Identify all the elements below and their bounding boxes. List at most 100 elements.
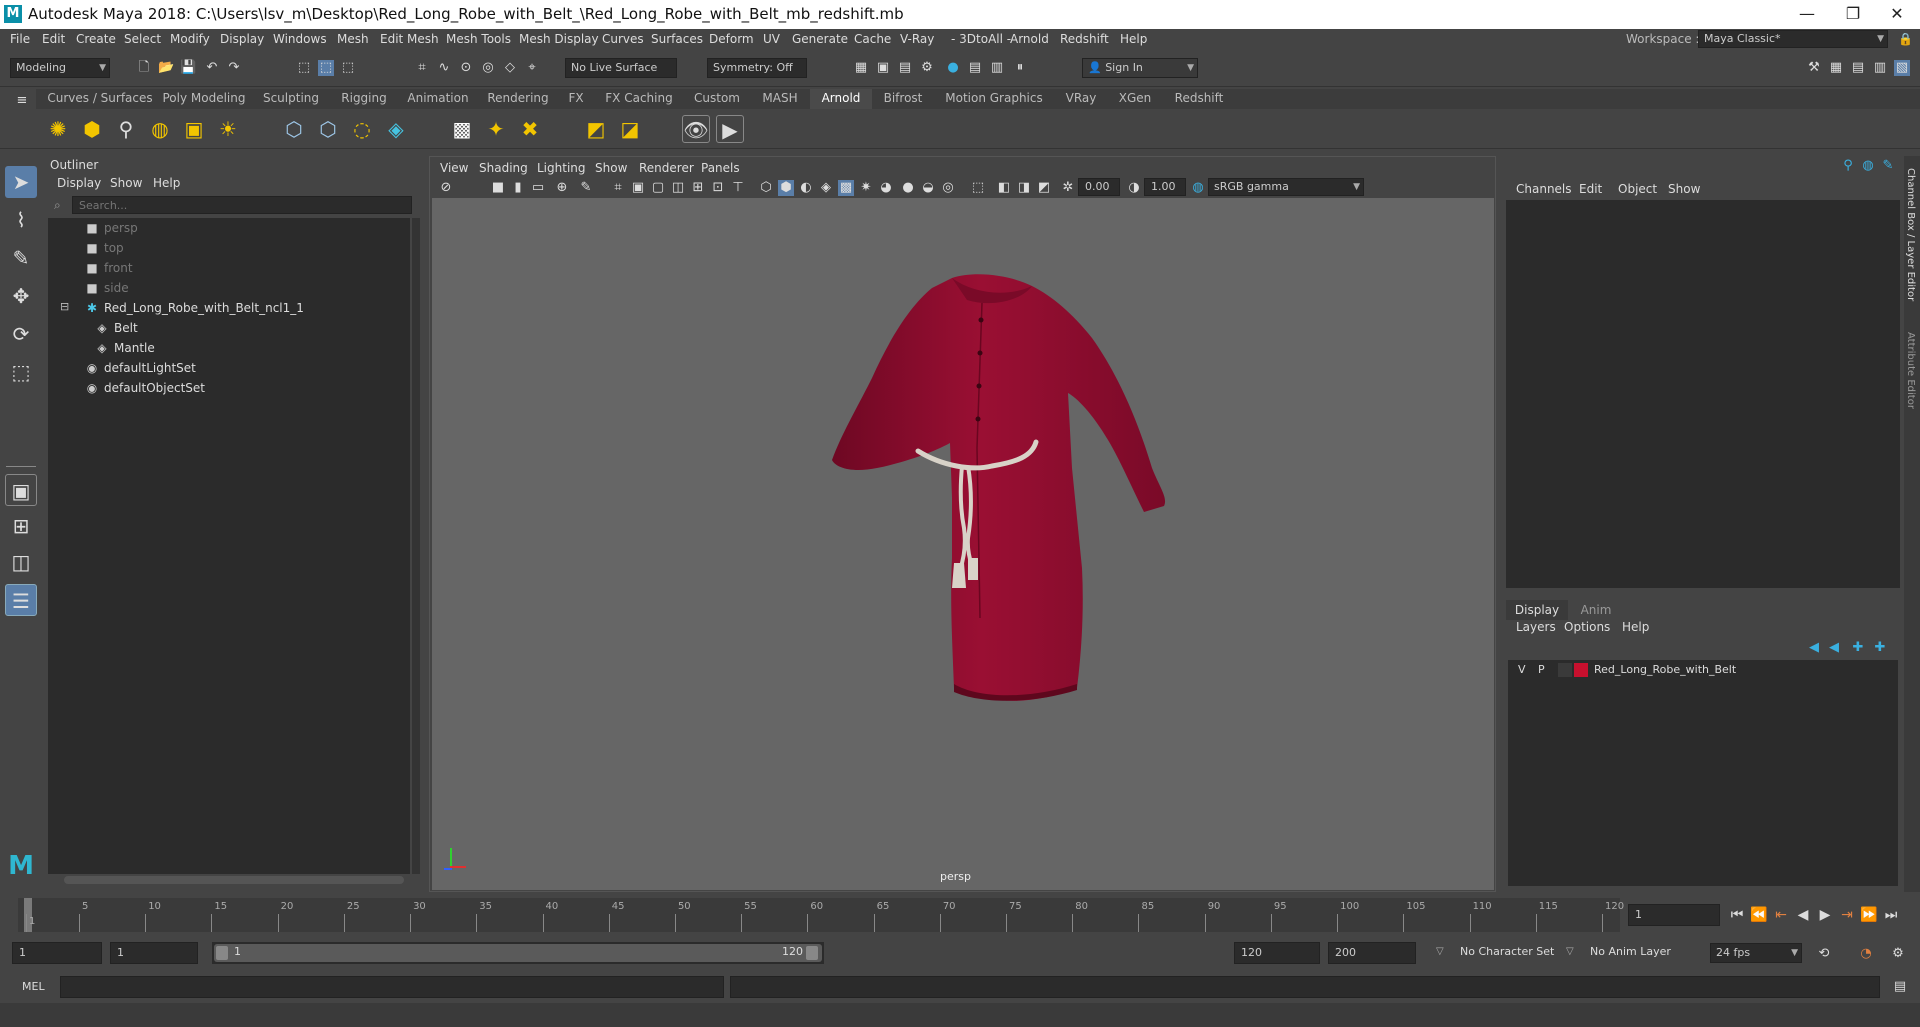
pause-icon[interactable]: ⏸: [1012, 60, 1028, 76]
safe-title-icon[interactable]: ⊤: [730, 180, 746, 196]
move-layer-up-icon[interactable]: ◀: [1806, 640, 1822, 656]
range-end-handle[interactable]: [806, 946, 818, 960]
menu-edit[interactable]: Edit: [42, 32, 65, 46]
gamma-icon[interactable]: ◑: [1126, 180, 1142, 196]
menu-mesh-tools[interactable]: Mesh Tools: [446, 32, 511, 46]
side-tab-channel-box[interactable]: Channel Box / Layer Editor: [1905, 168, 1916, 301]
shelf-tab-rendering[interactable]: Rendering: [480, 89, 556, 109]
go-to-end-icon[interactable]: ⏭: [1882, 906, 1900, 924]
close-button[interactable]: ✕: [1874, 0, 1920, 29]
side-tab-attribute-editor[interactable]: Attribute Editor: [1905, 332, 1916, 409]
image-plane-icon[interactable]: ▭: [530, 180, 546, 196]
photometric-light-icon[interactable]: ⚲: [112, 115, 140, 143]
menu-create[interactable]: Create: [76, 32, 116, 46]
shelf-tab-fx[interactable]: FX: [558, 89, 594, 109]
film-gate-icon[interactable]: ▣: [630, 180, 646, 196]
grease-pencil-icon[interactable]: ✎: [578, 180, 594, 196]
menu-display[interactable]: Display: [220, 32, 264, 46]
color-space-select[interactable]: sRGB gamma ▼: [1208, 178, 1364, 196]
menu-3dtoall[interactable]: - 3DtoAll -: [951, 32, 1011, 46]
snap-view-icon[interactable]: ◎: [480, 60, 496, 76]
viewport-3d-view[interactable]: persp: [432, 198, 1494, 890]
shelf-tab-bifrost[interactable]: Bifrost: [874, 89, 932, 109]
list-item[interactable]: ◉ defaultObjectSet: [84, 378, 205, 398]
layer-menu-options[interactable]: Options: [1564, 620, 1610, 634]
menu-help[interactable]: Help: [1120, 32, 1147, 46]
grid-icon[interactable]: ⌗: [610, 180, 626, 196]
undo-icon[interactable]: ↶: [204, 60, 220, 76]
shelf-tab-rigging[interactable]: Rigging: [332, 89, 396, 109]
xray-components-icon[interactable]: ◩: [1036, 180, 1052, 196]
area-light-icon[interactable]: ✺: [44, 115, 72, 143]
arnold-render-icon[interactable]: ▤: [967, 60, 983, 76]
range-start-handle[interactable]: [216, 946, 228, 960]
isolate-select-icon[interactable]: ⬚: [970, 180, 986, 196]
layer-playback-toggle[interactable]: P: [1538, 663, 1545, 676]
maximize-button[interactable]: ❐: [1830, 0, 1876, 29]
export-standin-icon[interactable]: ⬡: [314, 115, 342, 143]
end-frame-field[interactable]: 200: [1328, 942, 1416, 964]
step-forward-key-icon[interactable]: ⇥: [1838, 906, 1856, 924]
snap-surface-icon[interactable]: ◇: [502, 60, 518, 76]
scale-tool-icon[interactable]: ⬚: [5, 356, 37, 388]
viewport-menu-lighting[interactable]: Lighting: [537, 161, 586, 175]
minimize-button[interactable]: —: [1784, 0, 1830, 29]
xray-joints-icon[interactable]: ◨: [1016, 180, 1032, 196]
step-forward-frame-icon[interactable]: ⏩: [1860, 906, 1878, 924]
flush-cache-icon[interactable]: ✦: [482, 115, 510, 143]
menu-windows[interactable]: Windows: [273, 32, 327, 46]
character-set-label[interactable]: No Character Set: [1460, 945, 1554, 958]
outliner-menu-show[interactable]: Show: [110, 176, 142, 190]
mode-select[interactable]: Modeling ▼: [10, 58, 110, 78]
shelf-tab-animation[interactable]: Animation: [398, 89, 478, 109]
outliner-horizontal-scrollbar[interactable]: [64, 876, 404, 884]
layer-menu-layers[interactable]: Layers: [1516, 620, 1556, 634]
layer-menu-help[interactable]: Help: [1622, 620, 1649, 634]
layer-display-type[interactable]: [1558, 663, 1572, 677]
script-editor-icon[interactable]: ▤: [1892, 979, 1908, 995]
volume-icon[interactable]: ◈: [382, 115, 410, 143]
motion-blur-icon[interactable]: ◒: [920, 180, 936, 196]
light-manager-icon[interactable]: ◪: [616, 115, 644, 143]
gate-mask-icon[interactable]: ◫: [670, 180, 686, 196]
bookmark-icon[interactable]: ▮: [510, 180, 526, 196]
new-layer-icon[interactable]: ✚: [1850, 640, 1866, 656]
rotate-tool-icon[interactable]: ⟳: [5, 318, 37, 350]
menu-mesh-display[interactable]: Mesh Display: [519, 32, 599, 46]
step-back-frame-icon[interactable]: ⏪: [1750, 906, 1768, 924]
list-item[interactable]: ✱ Red_Long_Robe_with_Belt_ncl1_1: [84, 298, 304, 318]
shelf-tab-vray[interactable]: VRay: [1056, 89, 1106, 109]
start-frame-field[interactable]: 1: [12, 942, 102, 964]
select-component-icon[interactable]: ⬚: [340, 60, 356, 76]
smooth-shade-icon[interactable]: ⬢: [778, 180, 794, 196]
time-slider-track[interactable]: 1 5 10 15 20 25 30 35 40 45 50 55 60 65 70 75 80 85 90 95 10…: [18, 898, 1624, 932]
menu-generate[interactable]: Generate: [792, 32, 848, 46]
mel-label[interactable]: MEL: [22, 980, 45, 993]
standin-icon[interactable]: ⬡: [280, 115, 308, 143]
exposure-icon[interactable]: ✲: [1060, 180, 1076, 196]
play-forwards-icon[interactable]: ▶: [1816, 906, 1834, 924]
wireframe-on-shaded-icon[interactable]: ◈: [818, 180, 834, 196]
menu-redshift[interactable]: Redshift: [1060, 32, 1109, 46]
viewport-menu-view[interactable]: View: [440, 161, 468, 175]
collapse-toggle-icon[interactable]: ⊟: [60, 300, 69, 313]
menu-uv[interactable]: UV: [763, 32, 780, 46]
layer-tab-display[interactable]: Display: [1506, 600, 1568, 620]
chevron-down-icon[interactable]: ▽: [1566, 946, 1574, 957]
redo-icon[interactable]: ↷: [226, 60, 242, 76]
fps-select[interactable]: 24 fps ▼: [1710, 943, 1802, 963]
auto-key-icon[interactable]: ◔: [1858, 946, 1874, 962]
ambient-occlusion-icon[interactable]: ●: [900, 180, 916, 196]
menu-file[interactable]: File: [10, 32, 30, 46]
select-object-icon[interactable]: ⬚: [318, 60, 334, 76]
gamma-field[interactable]: 1.00: [1144, 178, 1186, 196]
pin-icon[interactable]: ✎: [1880, 158, 1896, 174]
channels-menu-show[interactable]: Show: [1668, 182, 1700, 196]
viewport-menu-panels[interactable]: Panels: [701, 161, 740, 175]
snap-point-icon[interactable]: ⊙: [458, 60, 474, 76]
tx-manager-icon[interactable]: ◩: [582, 115, 610, 143]
use-all-lights-icon[interactable]: ✷: [858, 180, 874, 196]
camera-attributes-icon[interactable]: ⊘: [438, 180, 454, 196]
render-frame-icon[interactable]: ▣: [875, 60, 891, 76]
four-pane-layout-icon[interactable]: ⊞: [5, 510, 37, 542]
